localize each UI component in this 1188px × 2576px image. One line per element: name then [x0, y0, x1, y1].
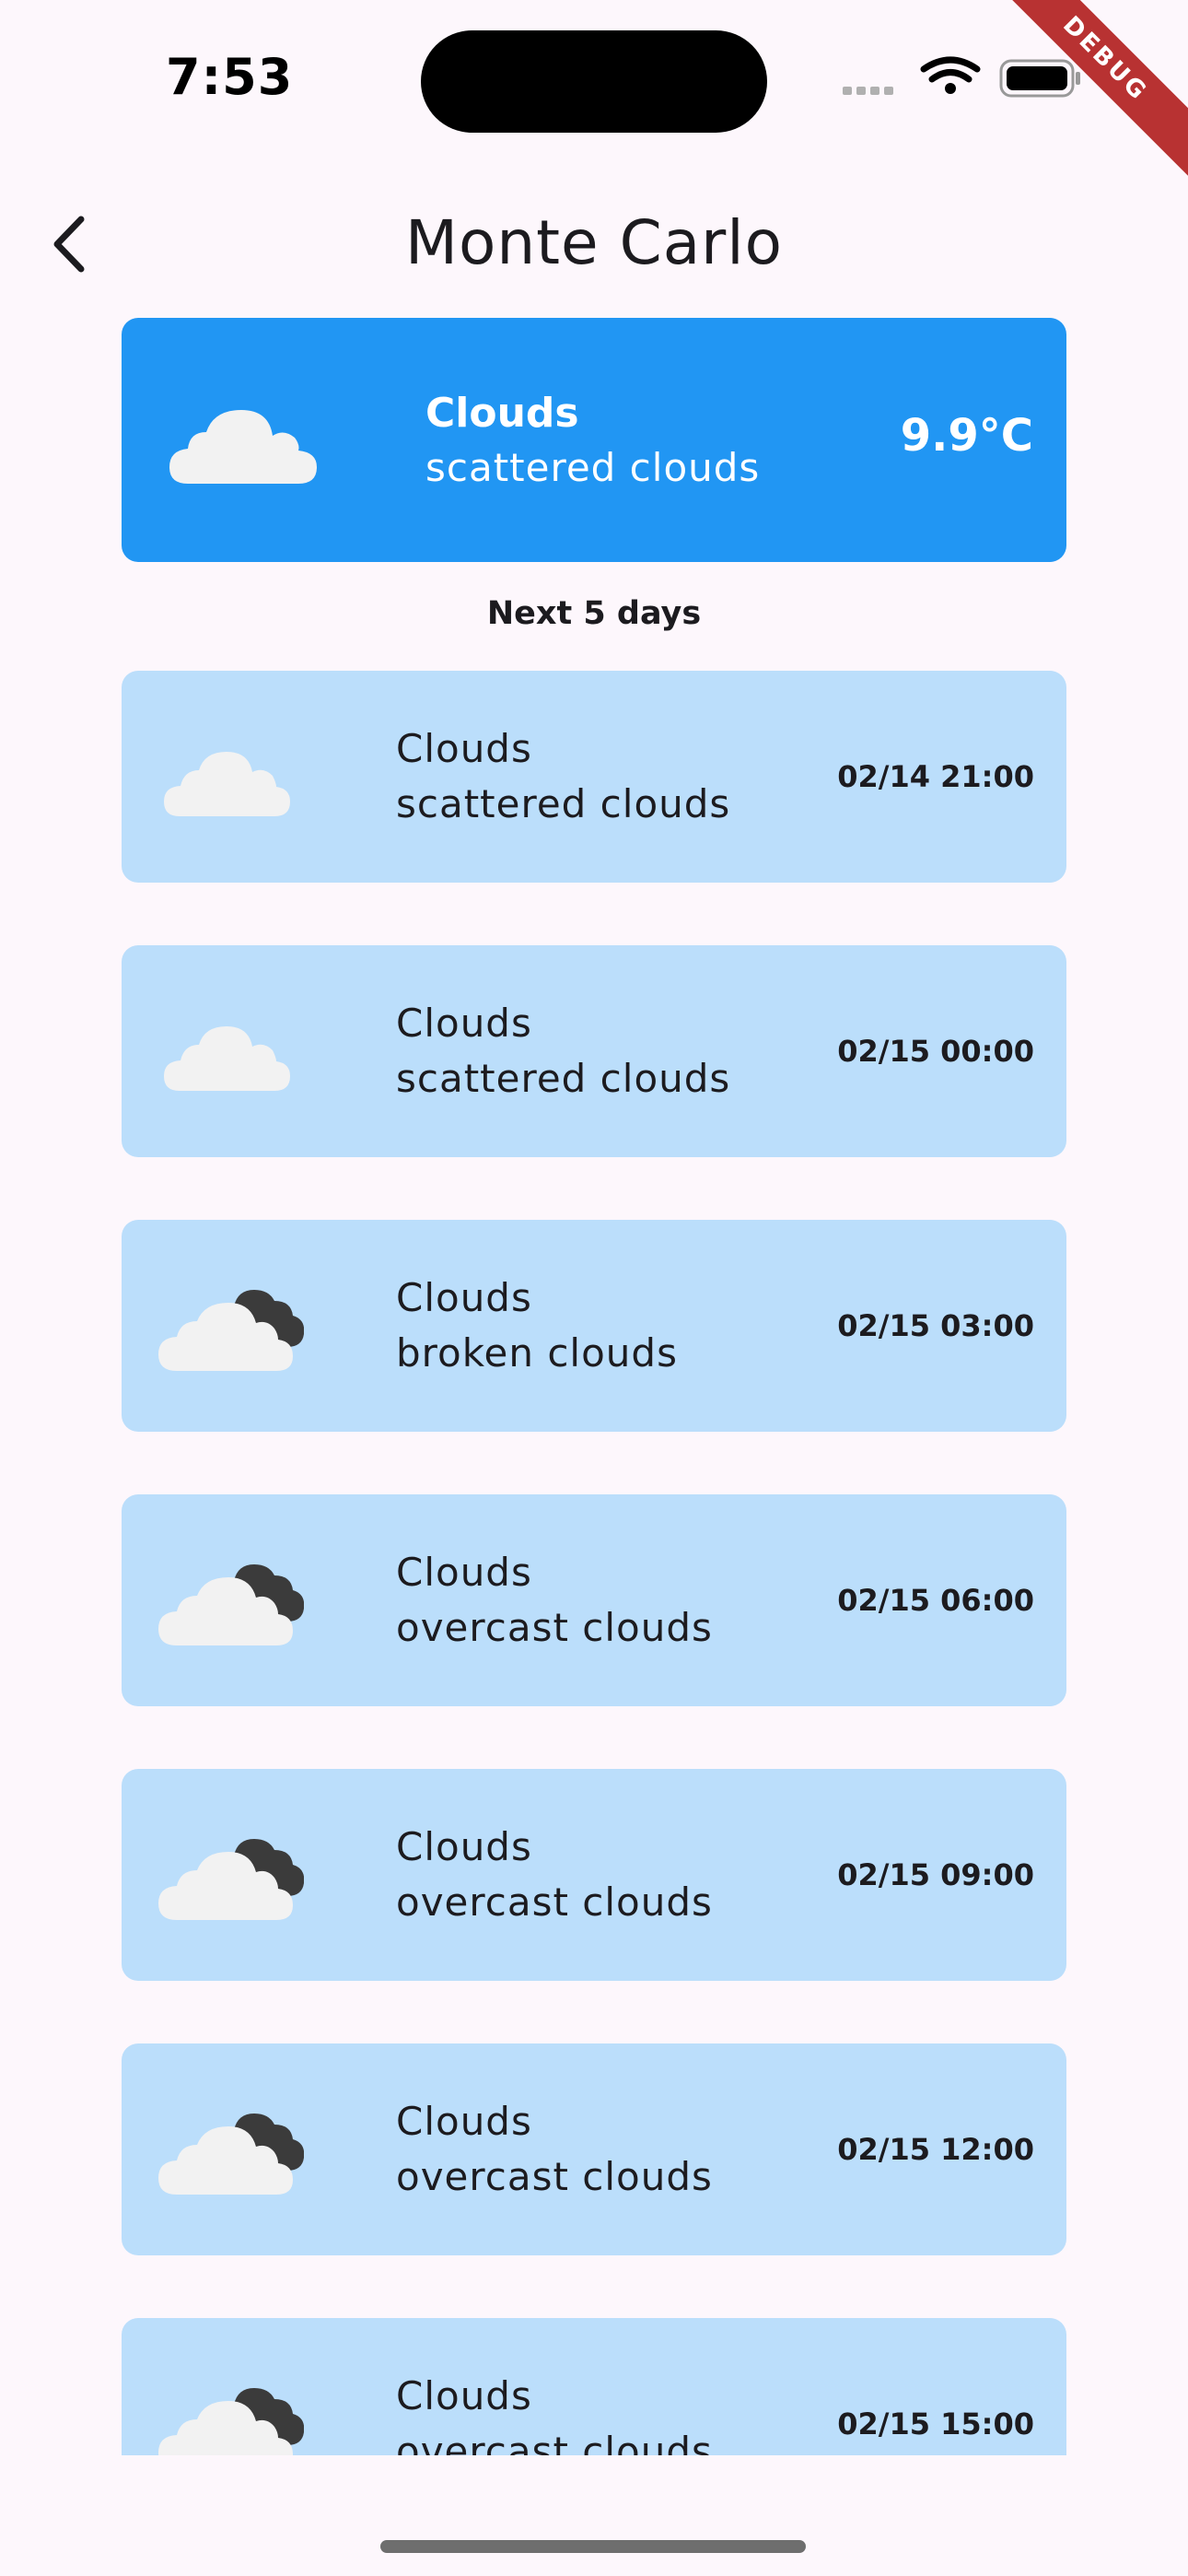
battery-icon — [999, 59, 1080, 98]
broken-clouds-icon — [157, 1824, 305, 1929]
wifi-icon — [920, 56, 981, 94]
forecast-main: Clouds — [396, 2099, 532, 2144]
current-temperature: 9.9°C — [900, 410, 1033, 462]
forecast-main: Clouds — [396, 2373, 532, 2418]
forecast-description: overcast clouds — [396, 2429, 713, 2455]
cellular-signal-icon — [843, 87, 893, 95]
forecast-time: 02/15 00:00 — [837, 1034, 1034, 1069]
forecast-time: 02/15 12:00 — [837, 2132, 1034, 2167]
forecast-main: Clouds — [396, 726, 532, 771]
forecast-main: Clouds — [396, 1824, 532, 1869]
broken-clouds-icon — [157, 1550, 305, 1655]
forecast-time: 02/15 09:00 — [837, 1857, 1034, 1892]
scattered-clouds-icon — [157, 1001, 304, 1106]
forecast-item[interactable]: Clouds overcast clouds 02/15 12:00 — [122, 2043, 1066, 2255]
app-bar: Monte Carlo — [0, 184, 1188, 299]
forecast-main: Clouds — [396, 1550, 532, 1595]
scattered-clouds-icon — [157, 726, 304, 831]
forecast-list[interactable]: Clouds scattered clouds 02/14 21:00 Clou… — [0, 645, 1188, 2455]
forecast-item[interactable]: Clouds broken clouds 02/15 03:00 — [122, 1220, 1066, 1432]
current-weather-card[interactable]: Clouds scattered clouds 9.9°C — [122, 318, 1066, 562]
forecast-description: overcast clouds — [396, 1605, 713, 1650]
page-title: Monte Carlo — [405, 207, 783, 278]
home-indicator[interactable] — [380, 2540, 806, 2553]
status-icons — [838, 53, 1087, 109]
current-weather-main: Clouds — [425, 390, 579, 437]
forecast-description: scattered clouds — [396, 1056, 731, 1101]
forecast-main: Clouds — [396, 1001, 532, 1046]
forecast-item[interactable]: Clouds scattered clouds 02/14 21:00 — [122, 671, 1066, 883]
forecast-description: overcast clouds — [396, 2154, 713, 2199]
dynamic-island — [421, 30, 767, 133]
forecast-time: 02/15 15:00 — [837, 2406, 1034, 2441]
broken-clouds-icon — [157, 1275, 305, 1380]
forecast-item[interactable]: Clouds overcast clouds 02/15 06:00 — [122, 1494, 1066, 1706]
forecast-description: overcast clouds — [396, 1879, 713, 1925]
forecast-description: broken clouds — [396, 1330, 678, 1376]
broken-clouds-icon — [157, 2099, 305, 2204]
forecast-description: scattered clouds — [396, 781, 731, 826]
forecast-item[interactable]: Clouds overcast clouds 02/15 09:00 — [122, 1769, 1066, 1981]
scattered-clouds-icon — [169, 390, 317, 495]
forecast-main: Clouds — [396, 1275, 532, 1320]
section-title: Next 5 days — [486, 595, 702, 632]
forecast-time: 02/14 21:00 — [837, 759, 1034, 794]
status-time: 7:53 — [166, 48, 294, 106]
forecast-item[interactable]: Clouds scattered clouds 02/15 00:00 — [122, 945, 1066, 1157]
current-weather-description: scattered clouds — [425, 445, 761, 490]
forecast-time: 02/15 06:00 — [837, 1583, 1034, 1618]
forecast-time: 02/15 03:00 — [837, 1308, 1034, 1343]
broken-clouds-icon — [157, 2373, 305, 2455]
forecast-item[interactable]: Clouds overcast clouds 02/15 15:00 — [122, 2318, 1066, 2455]
status-bar: 7:53 — [0, 0, 1188, 147]
